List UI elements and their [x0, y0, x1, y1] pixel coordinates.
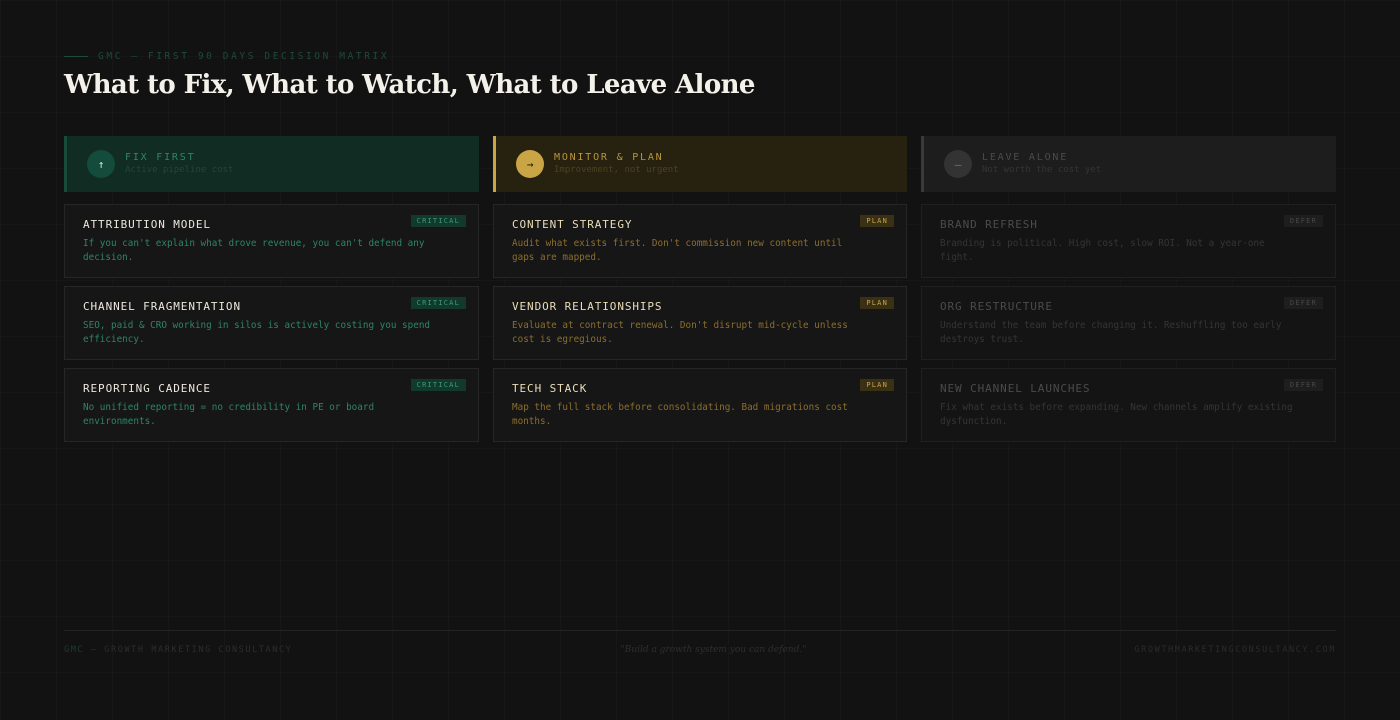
- card-description: Evaluate at contract renewal. Don't disr…: [512, 320, 848, 345]
- card-title: BRAND REFRESH: [940, 218, 1038, 231]
- card-new-channel-launches: DEFER NEW CHANNEL LAUNCHES Fix what exis…: [921, 368, 1336, 442]
- card-title: REPORTING CADENCE: [83, 382, 211, 395]
- card-description: Fix what exists before expanding. New ch…: [940, 402, 1293, 427]
- status-badge: CRITICAL: [410, 215, 466, 227]
- page-title: What to Fix, What to Watch, What to Leav…: [64, 70, 755, 100]
- status-badge: CRITICAL: [410, 379, 466, 391]
- card-description: Branding is political. High cost, slow R…: [940, 238, 1265, 263]
- footer: GMC — GROWTH MARKETING CONSULTANCY "Buil…: [64, 630, 1336, 655]
- card-title: CONTENT STRATEGY: [512, 218, 633, 231]
- card-vendor-relationships: PLAN VENDOR RELATIONSHIPS Evaluate at co…: [493, 286, 907, 360]
- status-badge: DEFER: [1283, 379, 1323, 391]
- card-description: No unified reporting = no credibility in…: [83, 402, 375, 427]
- arrow-right-icon: →: [516, 150, 544, 178]
- card-content-strategy: PLAN CONTENT STRATEGY Audit what exists …: [493, 204, 907, 278]
- column-title: MONITOR & PLAN: [554, 152, 664, 163]
- card-description: Map the full stack before consolidating.…: [512, 402, 848, 427]
- card-description: Understand the team before changing it. …: [940, 320, 1282, 345]
- column-subtitle: Improvement, not urgent: [554, 165, 679, 175]
- column-monitor-plan: → MONITOR & PLAN Improvement, not urgent…: [493, 136, 907, 450]
- column-header-leave-alone: — LEAVE ALONE Not worth the cost yet: [921, 136, 1336, 192]
- footer-website-link[interactable]: GROWTHMARKETINGCONSULTANCY.COM: [1134, 645, 1336, 655]
- column-subtitle: Not worth the cost yet: [982, 165, 1102, 175]
- card-description: Audit what exists first. Don't commissio…: [512, 238, 843, 263]
- column-title: FIX FIRST: [125, 152, 196, 163]
- eyebrow-rule: [64, 56, 88, 57]
- card-attribution-model: CRITICAL ATTRIBUTION MODEL If you can't …: [64, 204, 479, 278]
- card-brand-refresh: DEFER BRAND REFRESH Branding is politica…: [921, 204, 1336, 278]
- status-badge: PLAN: [860, 379, 894, 391]
- footer-brand-abbr: GMC: [64, 645, 85, 655]
- card-title: TECH STACK: [512, 382, 588, 395]
- column-header-monitor-plan: → MONITOR & PLAN Improvement, not urgent: [493, 136, 907, 192]
- column-fix-first: ↑ FIX FIRST Active pipeline cost CRITICA…: [64, 136, 479, 450]
- footer-brand: GMC — GROWTH MARKETING CONSULTANCY: [64, 645, 292, 655]
- eyebrow-text: GMC — FIRST 90 DAYS DECISION MATRIX: [98, 51, 390, 62]
- card-tech-stack: PLAN TECH STACK Map the full stack befor…: [493, 368, 907, 442]
- card-org-restructure: DEFER ORG RESTRUCTURE Understand the tea…: [921, 286, 1336, 360]
- card-title: CHANNEL FRAGMENTATION: [83, 300, 241, 313]
- status-badge: DEFER: [1283, 215, 1323, 227]
- column-title: LEAVE ALONE: [982, 152, 1069, 163]
- column-header-fix-first: ↑ FIX FIRST Active pipeline cost: [64, 136, 479, 192]
- card-title: NEW CHANNEL LAUNCHES: [940, 382, 1091, 395]
- status-badge: CRITICAL: [410, 297, 466, 309]
- dash-icon: —: [944, 150, 972, 178]
- footer-quote: "Build a growth system you can defend.": [620, 645, 807, 655]
- arrow-up-icon: ↑: [87, 150, 115, 178]
- card-description: SEO, paid & CRO working in silos is acti…: [83, 320, 431, 345]
- eyebrow: GMC — FIRST 90 DAYS DECISION MATRIX: [64, 51, 389, 62]
- footer-brand-name: — GROWTH MARKETING CONSULTANCY: [84, 645, 293, 655]
- card-channel-fragmentation: CRITICAL CHANNEL FRAGMENTATION SEO, paid…: [64, 286, 479, 360]
- card-title: ATTRIBUTION MODEL: [83, 218, 211, 231]
- status-badge: PLAN: [860, 297, 894, 309]
- card-title: ORG RESTRUCTURE: [940, 300, 1053, 313]
- card-reporting-cadence: CRITICAL REPORTING CADENCE No unified re…: [64, 368, 479, 442]
- card-description: If you can't explain what drove revenue,…: [83, 238, 425, 263]
- status-badge: PLAN: [860, 215, 894, 227]
- column-subtitle: Active pipeline cost: [125, 165, 234, 175]
- column-leave-alone: — LEAVE ALONE Not worth the cost yet DEF…: [921, 136, 1336, 450]
- card-title: VENDOR RELATIONSHIPS: [512, 300, 663, 313]
- status-badge: DEFER: [1283, 297, 1323, 309]
